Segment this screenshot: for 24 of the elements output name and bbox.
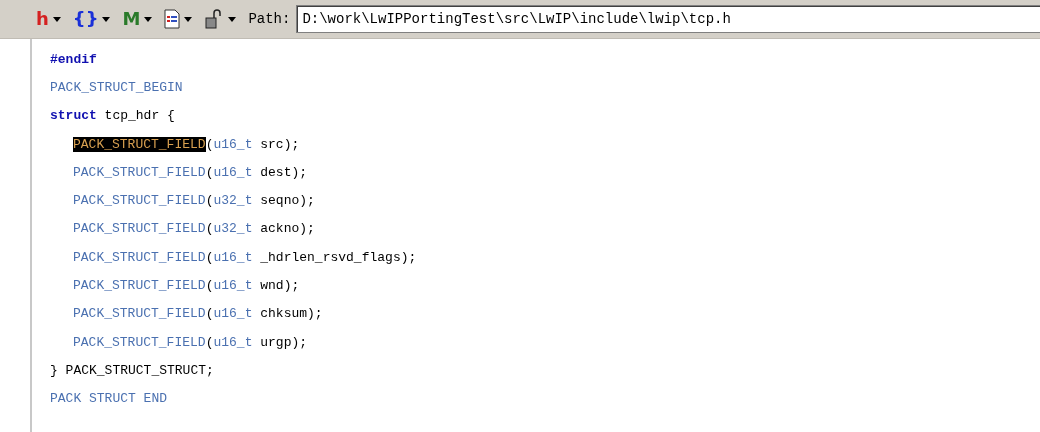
code-line: struct tcp_hdr { <box>50 107 176 126</box>
code-line: PACK_STRUCT_FIELD(u32_t seqno); <box>72 192 316 211</box>
document-list-icon[interactable] <box>164 9 181 29</box>
code-line: PACK STRUCT END <box>50 390 169 409</box>
path-field[interactable]: D:\work\LwIPPortingTest\src\LwIP\include\lwip\tcp.h <box>296 5 1040 33</box>
code-line: PACK_STRUCT_FIELD(u16_t urgp); <box>72 333 309 352</box>
code-line: PACK_STRUCT_FIELD(u16_t src); <box>72 135 301 154</box>
code-line: PACK_STRUCT_FIELD(u32_t ackno); <box>72 220 316 239</box>
toolbar-glyph[interactable]: {} <box>72 10 99 28</box>
caret-icon[interactable] <box>228 16 237 22</box>
caret-icon[interactable] <box>184 16 193 22</box>
caret-icon[interactable] <box>52 16 61 22</box>
code-line: PACK_STRUCT_FIELD(u16_t wnd); <box>72 277 301 295</box>
code-line: PACK_STRUCT_BEGIN <box>50 78 184 97</box>
code-line: PACK_STRUCT_FIELD(u16_t dest); <box>72 163 309 182</box>
code-line: #endif <box>50 50 98 69</box>
path-label: Path: <box>248 11 291 27</box>
code-line: PACK_STRUCT_FIELD(u16_t _hdrlen_rsvd_flags); <box>72 248 417 267</box>
caret-icon[interactable] <box>102 16 111 22</box>
code-line: PACK_STRUCT_FIELD(u16_t chksum); <box>72 305 324 324</box>
code-line: } PACK_STRUCT_STRUCT; <box>50 361 215 380</box>
toolbar-glyph[interactable]: h <box>36 10 49 28</box>
caret-icon[interactable] <box>144 16 153 22</box>
toolbar-glyph[interactable]: M <box>122 10 141 28</box>
